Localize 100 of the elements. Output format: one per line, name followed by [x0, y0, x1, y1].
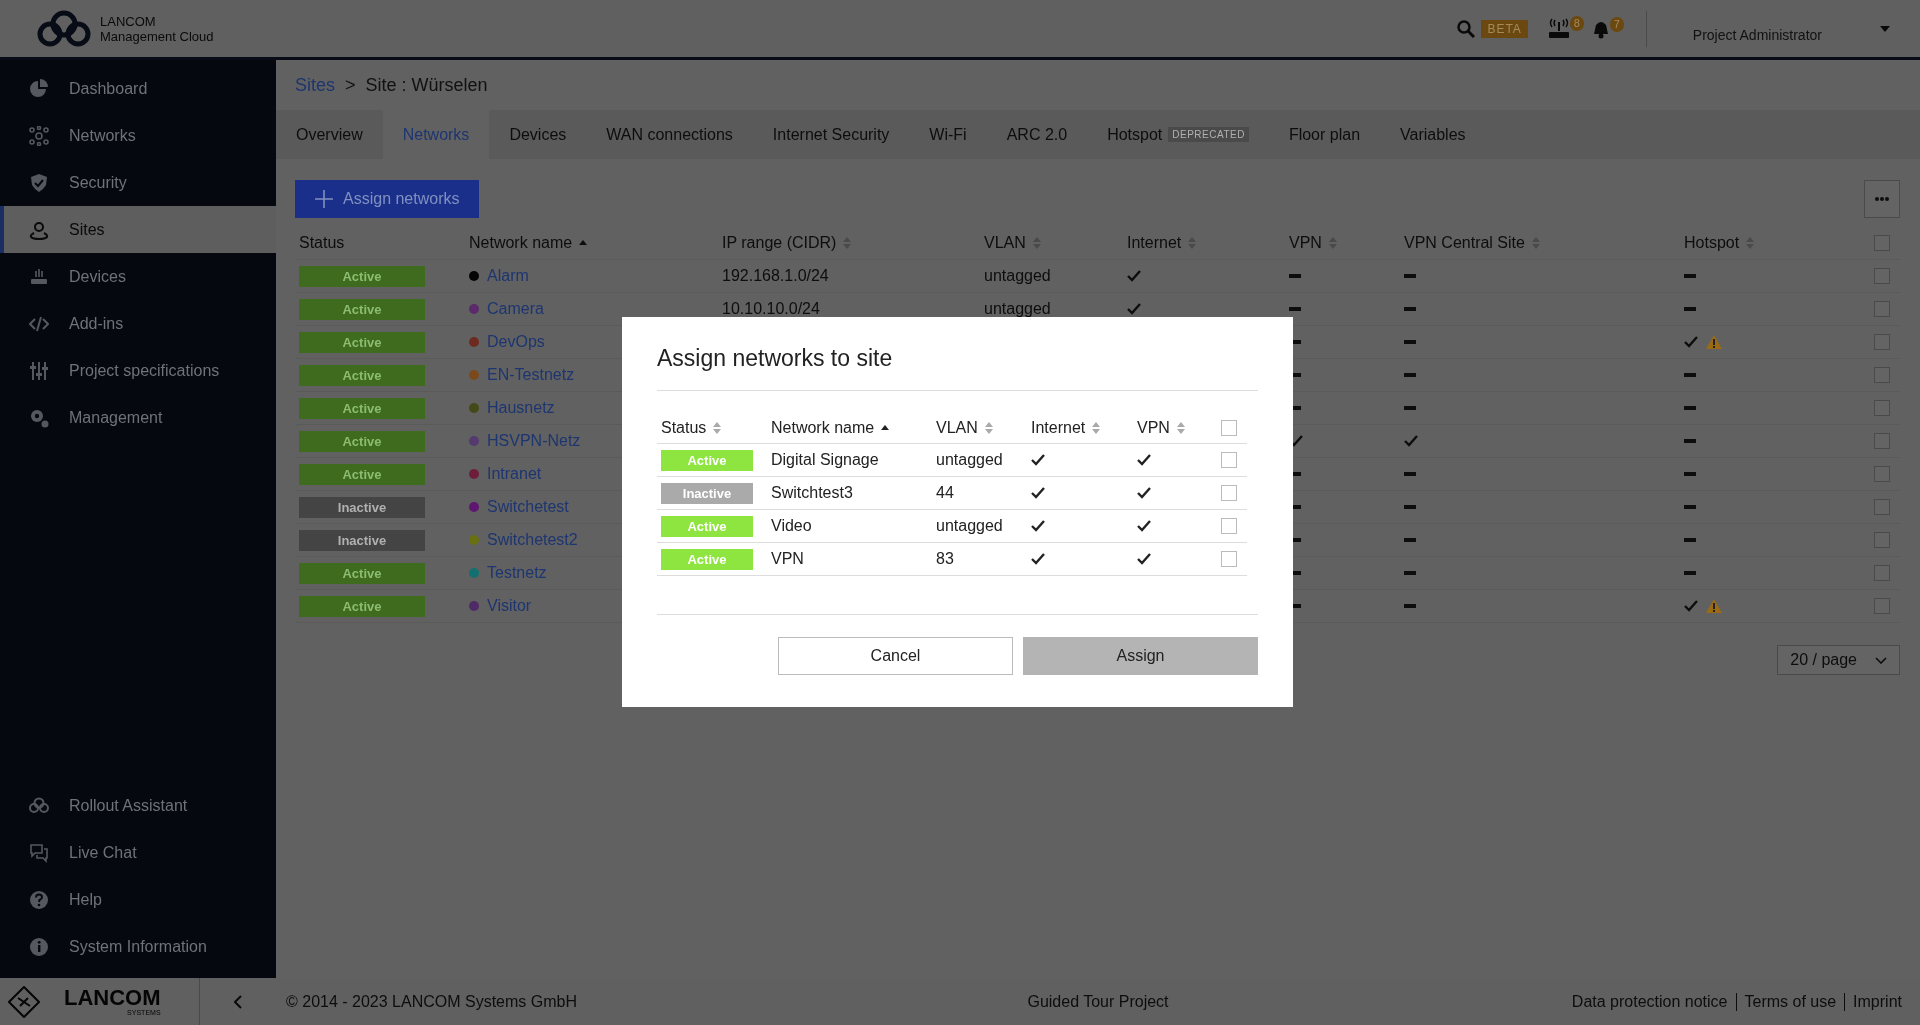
caret-down-icon[interactable]: [1880, 25, 1890, 32]
network-link[interactable]: Intranet: [487, 465, 542, 483]
chat-icon: [29, 842, 49, 863]
sliders-icon: [29, 360, 49, 381]
network-link[interactable]: Switchetest2: [487, 531, 578, 549]
tab[interactable]: Internet Security: [752, 110, 910, 159]
checkbox[interactable]: [1874, 499, 1890, 515]
network-link[interactable]: Visitor: [487, 597, 532, 615]
count-badge: 8: [1569, 15, 1584, 31]
footer-link[interactable]: Terms of use: [1735, 992, 1845, 1011]
sidebar-item[interactable]: Management: [0, 394, 276, 441]
page-size-select[interactable]: 20 / page: [1777, 645, 1900, 675]
count-badge: 7: [1609, 16, 1624, 32]
sidebar-item[interactable]: Add-ins: [0, 300, 276, 347]
sidebar-item[interactable]: Sites: [0, 206, 276, 253]
network-link[interactable]: EN-Testnetz: [487, 366, 575, 384]
checkbox[interactable]: [1874, 532, 1890, 548]
column-header[interactable]: Network name: [771, 419, 875, 437]
tab[interactable]: Overview: [276, 110, 383, 159]
status-badge: Inactive: [661, 482, 753, 504]
checkbox[interactable]: [1221, 452, 1237, 468]
footer-link[interactable]: Data protection notice: [1563, 992, 1736, 1011]
column-header[interactable]: Hotspot: [1684, 234, 1740, 252]
column-header[interactable]: VPN: [1289, 234, 1322, 252]
checkbox[interactable]: [1874, 334, 1890, 350]
vlan-value: untagged: [984, 267, 1051, 285]
checkbox[interactable]: [1874, 466, 1890, 482]
info-icon: [29, 936, 49, 957]
tab[interactable]: ARC 2.0: [986, 110, 1088, 159]
tab[interactable]: Devices: [489, 110, 587, 159]
breadcrumb-link[interactable]: Sites: [295, 74, 336, 96]
status-badge: Active: [661, 449, 753, 471]
status-badge: Inactive: [299, 496, 425, 518]
tab[interactable]: Floor plan: [1268, 110, 1381, 159]
network-name: Digital Signage: [771, 451, 879, 469]
tab[interactable]: Networks: [382, 110, 490, 159]
network-link[interactable]: Camera: [487, 300, 544, 318]
user-name[interactable]: Project Administrator: [1692, 26, 1822, 43]
network-link[interactable]: Switchetest: [487, 498, 569, 516]
beta-badge: BETA: [1481, 19, 1528, 38]
sidebar-item[interactable]: System Information: [0, 923, 276, 970]
checkbox[interactable]: [1221, 485, 1237, 501]
status-badge: Active: [299, 430, 425, 452]
checkbox[interactable]: [1221, 518, 1237, 534]
column-header[interactable]: Internet: [1031, 419, 1086, 437]
column-header[interactable]: Status: [661, 419, 707, 437]
tab[interactable]: Hotspot DEPRECATED: [1087, 110, 1269, 159]
status-badge: Active: [299, 298, 425, 320]
column-header[interactable]: VLAN: [984, 234, 1026, 252]
column-header[interactable]: Network name: [469, 234, 573, 252]
sidebar-item[interactable]: Dashboard: [0, 65, 276, 112]
sidebar-item[interactable]: Help: [0, 876, 276, 923]
network-link[interactable]: HSVPN-Netz: [487, 432, 581, 450]
sidebar-item[interactable]: Security: [0, 159, 276, 206]
checkbox[interactable]: [1874, 301, 1890, 317]
sidebar-item[interactable]: Project specifications: [0, 347, 276, 394]
column-header[interactable]: IP range (CIDR): [722, 234, 837, 252]
sidebar-item[interactable]: Live Chat: [0, 829, 276, 876]
status-badge: Active: [299, 463, 425, 485]
cancel-button[interactable]: Cancel: [778, 637, 1013, 675]
sidebar-item[interactable]: Rollout Assistant: [0, 782, 276, 829]
network-link[interactable]: Hausnetz: [487, 399, 555, 417]
checkbox[interactable]: [1874, 433, 1890, 449]
checkbox[interactable]: [1874, 367, 1890, 383]
search-icon[interactable]: [1457, 19, 1476, 38]
checkbox[interactable]: [1221, 420, 1237, 436]
deprecated-badge: DEPRECATED: [1168, 127, 1249, 142]
footer-link[interactable]: Imprint: [1844, 992, 1910, 1011]
sidebar-item[interactable]: Networks: [0, 112, 276, 159]
status-badge: Active: [299, 397, 425, 419]
column-header[interactable]: Status: [299, 234, 345, 252]
sidebar-item[interactable]: Devices: [0, 253, 276, 300]
network-link[interactable]: DevOps: [487, 333, 545, 351]
checkbox[interactable]: [1874, 565, 1890, 581]
assign-networks-button[interactable]: Assign networks: [295, 180, 479, 218]
project-name: Guided Tour Project: [1027, 992, 1169, 1011]
status-badge: Active: [661, 548, 753, 570]
tab[interactable]: Variables: [1380, 110, 1486, 159]
vlan-value: 83: [936, 550, 954, 568]
checkbox[interactable]: [1874, 400, 1890, 416]
copyright-text: © 2014 - 2023 LANCOM Systems GmbH: [286, 992, 578, 1011]
status-badge: Active: [661, 515, 753, 537]
network-link[interactable]: Alarm: [487, 267, 529, 285]
column-header[interactable]: VLAN: [936, 419, 978, 437]
checkbox[interactable]: [1874, 235, 1890, 251]
chevron-down-icon: [1875, 656, 1887, 664]
checkbox[interactable]: [1221, 551, 1237, 567]
column-header[interactable]: VPN Central Site: [1404, 234, 1525, 252]
tab[interactable]: Wi-Fi: [909, 110, 987, 159]
more-button[interactable]: [1864, 180, 1900, 218]
column-header[interactable]: Internet: [1127, 234, 1182, 252]
status-badge: Inactive: [299, 529, 425, 551]
checkbox[interactable]: [1874, 268, 1890, 284]
column-header[interactable]: VPN: [1137, 419, 1170, 437]
status-badge: Active: [299, 331, 425, 353]
tab[interactable]: WAN connections: [586, 110, 753, 159]
network-link[interactable]: Testnetz: [487, 564, 547, 582]
network-name: Video: [771, 517, 812, 535]
cloud-logo-icon: [36, 8, 92, 49]
checkbox[interactable]: [1874, 598, 1890, 614]
